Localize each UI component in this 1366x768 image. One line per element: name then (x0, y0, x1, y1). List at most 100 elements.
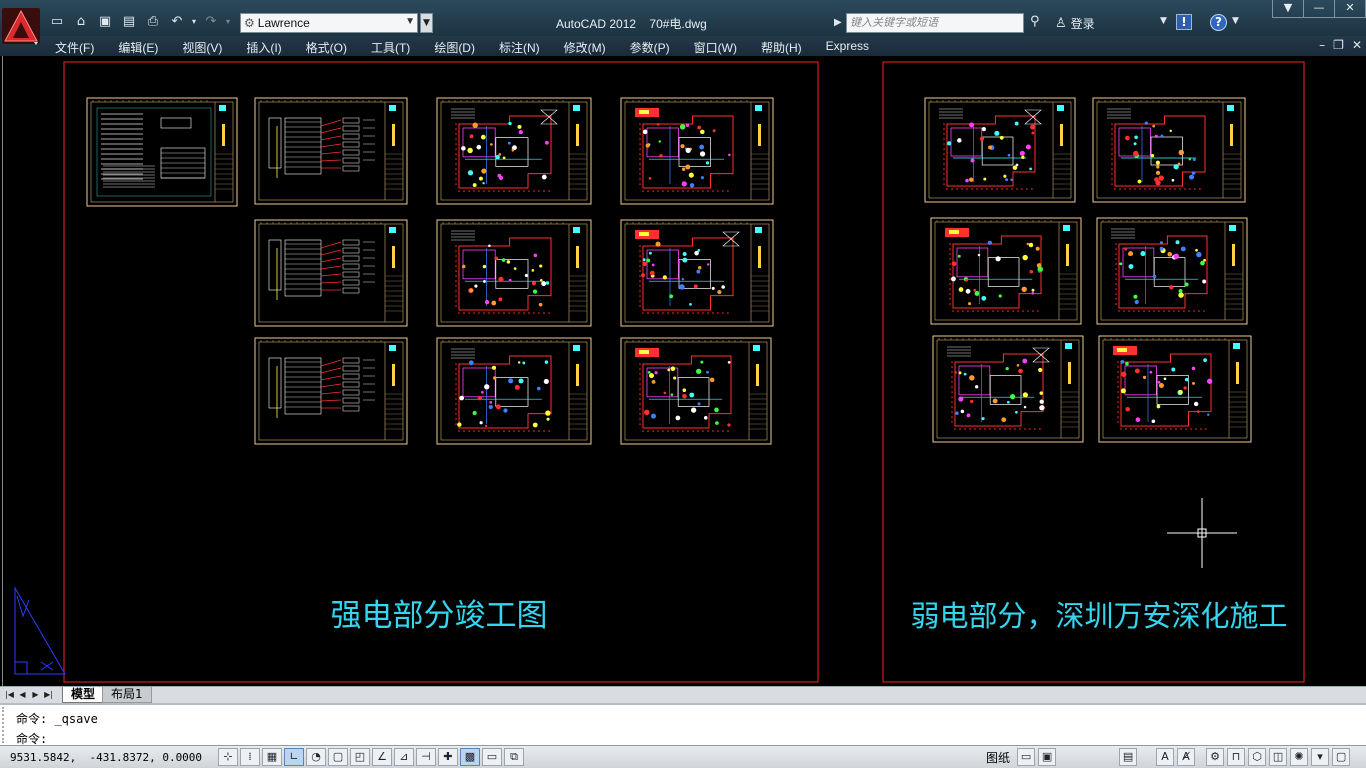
close-button[interactable]: ✕ (1334, 0, 1365, 17)
tab-layout1[interactable]: 布局1 (102, 687, 152, 703)
dynamic-input-icon[interactable]: ⊣ (416, 748, 436, 766)
workspace-selector[interactable]: ⚙ Lawrence ▼ (240, 13, 418, 33)
next-tab-icon[interactable]: ▶ (30, 688, 41, 701)
drawing-sheet[interactable] (930, 217, 1082, 325)
undo-icon[interactable]: ↶ (166, 10, 188, 32)
coordinate-readout[interactable]: 9531.5842, -431.8372, 0.0000 (10, 751, 202, 764)
drawing-sheet[interactable] (620, 337, 772, 445)
drawing-sheet[interactable] (620, 97, 774, 205)
grid-display-icon[interactable]: ▦ (262, 748, 282, 766)
drawing-canvas[interactable]: 强电部分竣工图 弱电部分，深圳万安深化施工 (2, 56, 1364, 686)
login-label: 登录 (1070, 16, 1095, 31)
last-tab-icon[interactable]: ▶| (43, 688, 54, 701)
left-caption: 强电部分竣工图 (331, 598, 548, 634)
status-menu-icon[interactable]: ▾ (1311, 748, 1330, 766)
workspace-switching-icon[interactable]: ⚙ (1206, 748, 1225, 766)
command-window-grip[interactable] (2, 707, 10, 743)
object-snap-tracking-icon[interactable]: ∠ (372, 748, 392, 766)
lightbulb-icon[interactable]: ✺ (1290, 748, 1309, 766)
first-tab-icon[interactable]: |◀ (4, 688, 15, 701)
login-button[interactable]: ♙ 登录 (1055, 14, 1095, 32)
drawing-sheet[interactable] (924, 97, 1076, 203)
drawing-sheet[interactable] (1098, 335, 1252, 443)
exchange-icon[interactable]: ! (1176, 14, 1192, 30)
chevron-down-icon[interactable]: ▼ (1160, 16, 1167, 26)
drawing-sheet[interactable] (436, 337, 592, 445)
drawing-sheet[interactable] (1096, 217, 1248, 325)
drawing-sheet[interactable] (254, 219, 408, 327)
annotation-visibility-icon[interactable]: Ⱥ (1177, 748, 1196, 766)
save-icon[interactable]: ▣ (94, 10, 116, 32)
crosshair-cursor (1167, 498, 1237, 568)
menu-tools[interactable]: 工具(T) (371, 39, 410, 56)
transparency-icon[interactable]: ▩ (460, 748, 480, 766)
doc-restore-button[interactable]: ❐ (1333, 38, 1344, 52)
prev-tab-icon[interactable]: ◀ (17, 688, 28, 701)
undo-dropdown-icon[interactable]: ▾ (190, 10, 198, 32)
command-window[interactable]: 命令: _qsave 命令: (0, 703, 1366, 746)
quick-properties-icon[interactable]: ▭ (482, 748, 502, 766)
ortho-mode-icon[interactable]: ∟ (284, 748, 304, 766)
selection-cycling-icon[interactable]: ⧉ (504, 748, 524, 766)
tab-model[interactable]: 模型 (62, 687, 105, 703)
lineweight-icon[interactable]: ✚ (438, 748, 458, 766)
toolbar-lock-icon[interactable]: ⊓ (1227, 748, 1246, 766)
drawing-sheet[interactable] (254, 97, 408, 205)
menu-view[interactable]: 视图(V) (182, 39, 222, 56)
drawing-sheet[interactable] (1092, 97, 1246, 203)
snap-mode-icon[interactable]: ⁞ (240, 748, 260, 766)
3d-object-snap-icon[interactable]: ◰ (350, 748, 370, 766)
menu-express[interactable]: Express (826, 39, 869, 56)
menu-dimension[interactable]: 标注(N) (499, 39, 540, 56)
menu-edit[interactable]: 编辑(E) (118, 39, 158, 56)
redo-dropdown-icon[interactable]: ▾ (224, 10, 232, 32)
drawing-sheet[interactable] (86, 97, 238, 207)
application-menu-icon[interactable] (2, 8, 40, 48)
polar-tracking-icon[interactable]: ◔ (306, 748, 326, 766)
annotation-scale-icon[interactable]: A (1156, 748, 1175, 766)
tab-navigation: |◀ ◀ ▶ ▶| (4, 688, 54, 701)
save-as-icon[interactable]: ▤ (118, 10, 140, 32)
menu-parametric[interactable]: 参数(P) (630, 39, 670, 56)
window-controls: ▼ — ✕ (1272, 0, 1366, 18)
pan-icon[interactable]: ▤ (1119, 748, 1138, 766)
drawing-sheet[interactable] (932, 335, 1084, 443)
dynamic-ucs-icon[interactable]: ⊿ (394, 748, 414, 766)
drawing-sheet[interactable] (254, 337, 408, 445)
restore-button[interactable]: — (1303, 0, 1334, 17)
chevron-down-icon[interactable]: ▼ (1232, 16, 1239, 26)
plot-icon[interactable]: ⎙ (142, 10, 164, 32)
quick-view-drawings-icon[interactable]: ▣ (1038, 748, 1057, 766)
binoculars-icon[interactable]: ⚲ (1030, 14, 1048, 32)
open-icon[interactable]: ⌂ (70, 10, 92, 32)
object-snap-icon[interactable]: ▢ (328, 748, 348, 766)
menu-insert[interactable]: 插入(I) (246, 39, 281, 56)
menu-help[interactable]: 帮助(H) (761, 39, 802, 56)
drawing-sheet[interactable] (620, 219, 774, 327)
minimize-button[interactable]: ▼ (1273, 0, 1303, 17)
drawing-sheet[interactable] (436, 219, 592, 327)
menu-format[interactable]: 格式(O) (306, 39, 347, 56)
gear-icon: ⚙ (244, 16, 255, 30)
doc-minimize-button[interactable]: – (1319, 38, 1325, 52)
right-caption: 弱电部分，深圳万安深化施工 (910, 599, 1287, 633)
doc-close-button[interactable]: ✕ (1352, 38, 1362, 52)
infer-constraints-icon[interactable]: ⊹ (218, 748, 238, 766)
new-icon[interactable]: ▭ (46, 10, 68, 32)
window-title: AutoCAD 2012 70#电.dwg (556, 15, 707, 32)
isolate-objects-icon[interactable]: ◫ (1269, 748, 1288, 766)
clean-screen-icon[interactable]: ▢ (1332, 748, 1351, 766)
quick-view-layouts-icon[interactable]: ▭ (1017, 748, 1036, 766)
help-icon[interactable]: ? (1210, 14, 1227, 31)
menu-modify[interactable]: 修改(M) (564, 39, 606, 56)
search-expand-icon[interactable]: ▶ (834, 13, 846, 33)
menu-draw[interactable]: 绘图(D) (434, 39, 475, 56)
hardware-acceleration-icon[interactable]: ⬡ (1248, 748, 1267, 766)
customize-qat-button[interactable]: ▼ (420, 13, 433, 33)
redo-icon[interactable]: ↷ (200, 10, 222, 32)
paper-space-toggle[interactable]: 图纸 (986, 749, 1010, 766)
search-input[interactable]: 键入关键字或短语 (846, 13, 1024, 33)
drawing-sheet[interactable] (436, 97, 592, 205)
menu-file[interactable]: 文件(F) (55, 39, 94, 56)
menu-window[interactable]: 窗口(W) (694, 39, 737, 56)
